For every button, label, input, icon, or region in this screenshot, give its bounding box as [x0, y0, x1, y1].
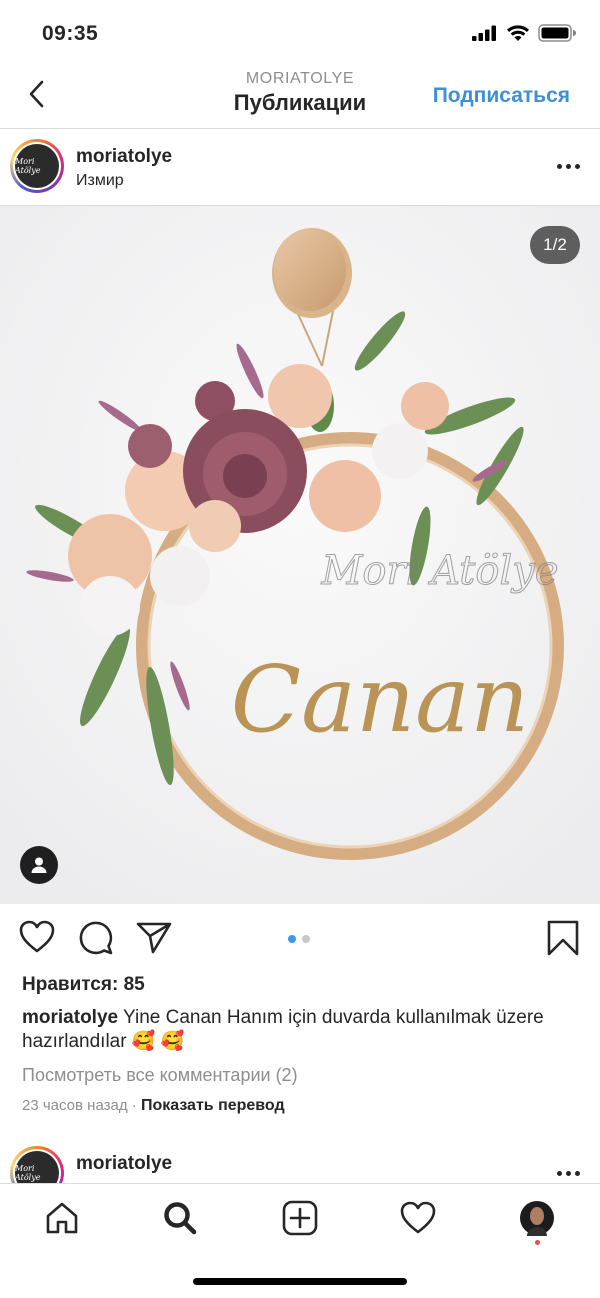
next-post-username[interactable]: moriatolye: [76, 1153, 172, 1175]
more-options-icon[interactable]: [557, 1171, 580, 1176]
post-username[interactable]: moriatolye: [76, 146, 172, 168]
share-button[interactable]: [136, 921, 172, 960]
carousel-indicator: [288, 935, 310, 943]
new-post-icon: [282, 1200, 318, 1236]
tab-activity[interactable]: [398, 1198, 438, 1238]
activity-heart-icon: [400, 1201, 436, 1234]
carousel-dot-active: [288, 935, 296, 943]
like-button[interactable]: [19, 920, 55, 959]
comment-button[interactable]: [79, 921, 113, 960]
tab-home[interactable]: [42, 1198, 82, 1238]
tab-profile[interactable]: [517, 1198, 557, 1238]
battery-icon: [538, 24, 576, 42]
bookmark-icon: [547, 920, 579, 956]
status-time: 09:35: [42, 22, 99, 45]
caption-username[interactable]: moriatolye: [22, 1007, 118, 1028]
view-all-comments-link[interactable]: Посмотреть все комментарии (2): [22, 1065, 298, 1086]
show-translation-link[interactable]: Показать перевод: [141, 1097, 285, 1114]
post-caption: moriatolye Yine Canan Hanım için duvarda…: [22, 1006, 582, 1054]
post-location[interactable]: Измир: [76, 172, 124, 190]
likes-count[interactable]: Нравится: 85: [22, 974, 145, 996]
home-indicator: [193, 1278, 407, 1285]
avatar-logo-text: Mori Atölye: [15, 157, 41, 175]
heart-icon: [19, 920, 55, 953]
avatar-logo-text: Mori Atölye: [15, 1164, 41, 1182]
notification-dot: [535, 1240, 540, 1245]
follow-button[interactable]: Подписаться: [433, 84, 570, 108]
person-icon: [31, 857, 47, 873]
tab-new-post[interactable]: [280, 1198, 320, 1238]
image-counter-badge: 1/2: [530, 226, 580, 264]
search-icon: [164, 1202, 197, 1235]
comment-icon: [79, 921, 113, 955]
status-icons: [472, 24, 576, 42]
wreath-illustration: Canan Mori Atölye: [0, 206, 600, 904]
signal-icon: [472, 25, 496, 41]
post-image[interactable]: Canan Mori Atölye: [0, 206, 600, 904]
post-meta: 23 часов назад · Показать перевод: [22, 1097, 285, 1115]
carousel-dot: [302, 935, 310, 943]
more-options-icon[interactable]: [557, 164, 580, 169]
profile-avatar: [520, 1201, 554, 1236]
divider: [0, 128, 600, 129]
save-button[interactable]: [547, 920, 579, 961]
meta-separator: ·: [131, 1097, 137, 1114]
user-tags-button[interactable]: [20, 846, 58, 884]
image-name-text: Canan: [231, 646, 530, 753]
image-watermark: Mori Atölye: [320, 548, 558, 594]
send-icon: [136, 922, 172, 954]
post-timestamp: 23 часов назад: [22, 1097, 128, 1114]
home-icon: [46, 1202, 78, 1234]
tab-search[interactable]: [160, 1198, 200, 1238]
wifi-icon: [507, 24, 529, 41]
post-avatar[interactable]: Mori Atölye: [10, 139, 64, 193]
